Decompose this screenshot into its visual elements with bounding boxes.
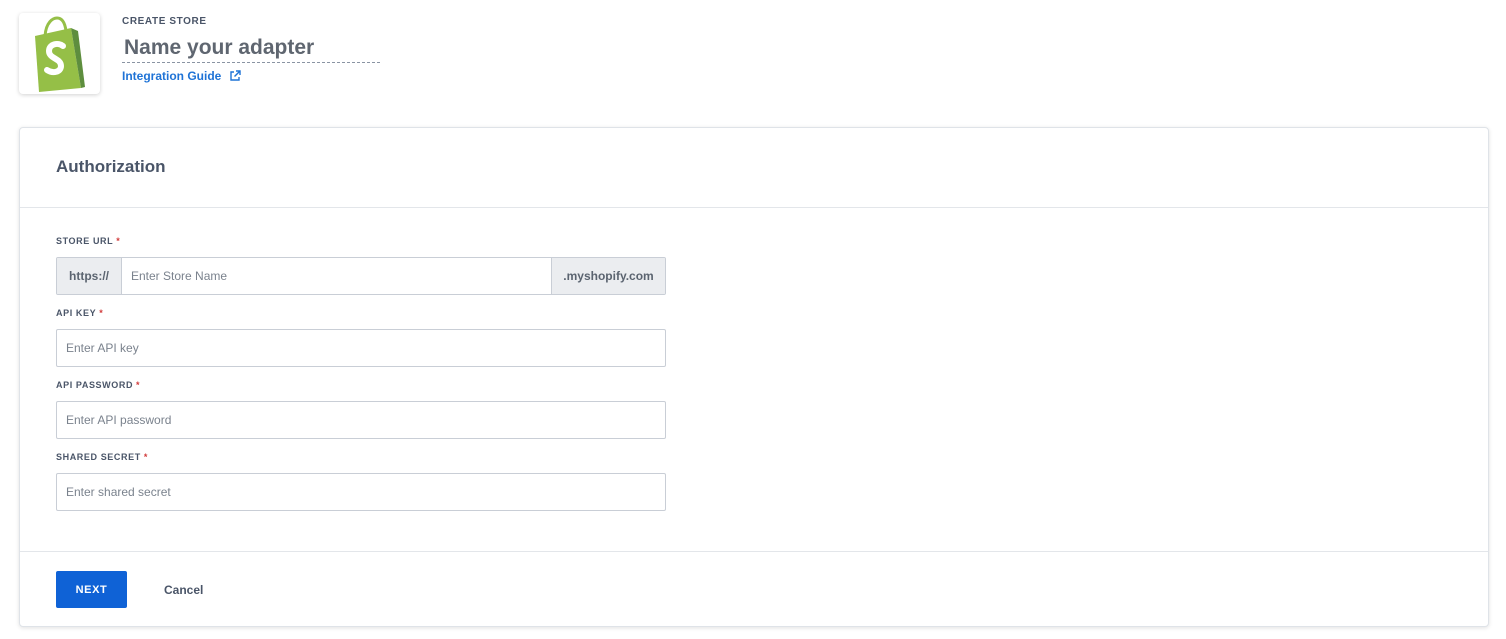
- external-link-icon: [230, 70, 242, 81]
- shopify-bag-icon: [34, 15, 85, 92]
- url-suffix: .myshopify.com: [551, 258, 665, 294]
- api-key-label: API KEY *: [56, 308, 103, 318]
- store-url-field: https:// .myshopify.com: [56, 257, 666, 295]
- next-button[interactable]: NEXT: [56, 571, 127, 608]
- create-store-label: CREATE STORE: [122, 16, 207, 27]
- cancel-button[interactable]: Cancel: [152, 571, 215, 608]
- shopify-logo: [19, 13, 100, 94]
- required-marker: *: [143, 452, 148, 462]
- adapter-name-input[interactable]: [122, 33, 380, 63]
- authorization-card: Authorization STORE URL* https:// .mysho…: [19, 127, 1489, 627]
- card-header: Authorization: [20, 128, 1488, 208]
- required-marker: *: [136, 380, 141, 390]
- shared-secret-input[interactable]: [56, 473, 666, 511]
- shared-secret-label: SHARED SECRET *: [56, 452, 148, 462]
- integration-guide-label: Integration Guide: [122, 69, 222, 83]
- url-prefix: https://: [57, 258, 122, 294]
- page-header: CREATE STORE Integration Guide: [0, 0, 1506, 120]
- card-title: Authorization: [56, 157, 166, 176]
- api-key-label-text: API KEY: [56, 308, 97, 318]
- api-password-input[interactable]: [56, 401, 666, 439]
- store-url-label: STORE URL *: [56, 236, 120, 246]
- shared-secret-label-text: SHARED SECRET: [56, 452, 141, 462]
- api-password-label: API PASSWORD *: [56, 380, 140, 390]
- required-marker: *: [99, 308, 104, 318]
- api-key-input[interactable]: [56, 329, 666, 367]
- required-marker: *: [116, 236, 121, 246]
- card-footer: NEXT Cancel: [20, 551, 1488, 627]
- store-name-input[interactable]: [122, 258, 551, 294]
- integration-guide-link[interactable]: Integration Guide: [122, 69, 242, 83]
- api-password-label-text: API PASSWORD: [56, 380, 134, 390]
- store-url-label-text: STORE URL: [56, 236, 114, 246]
